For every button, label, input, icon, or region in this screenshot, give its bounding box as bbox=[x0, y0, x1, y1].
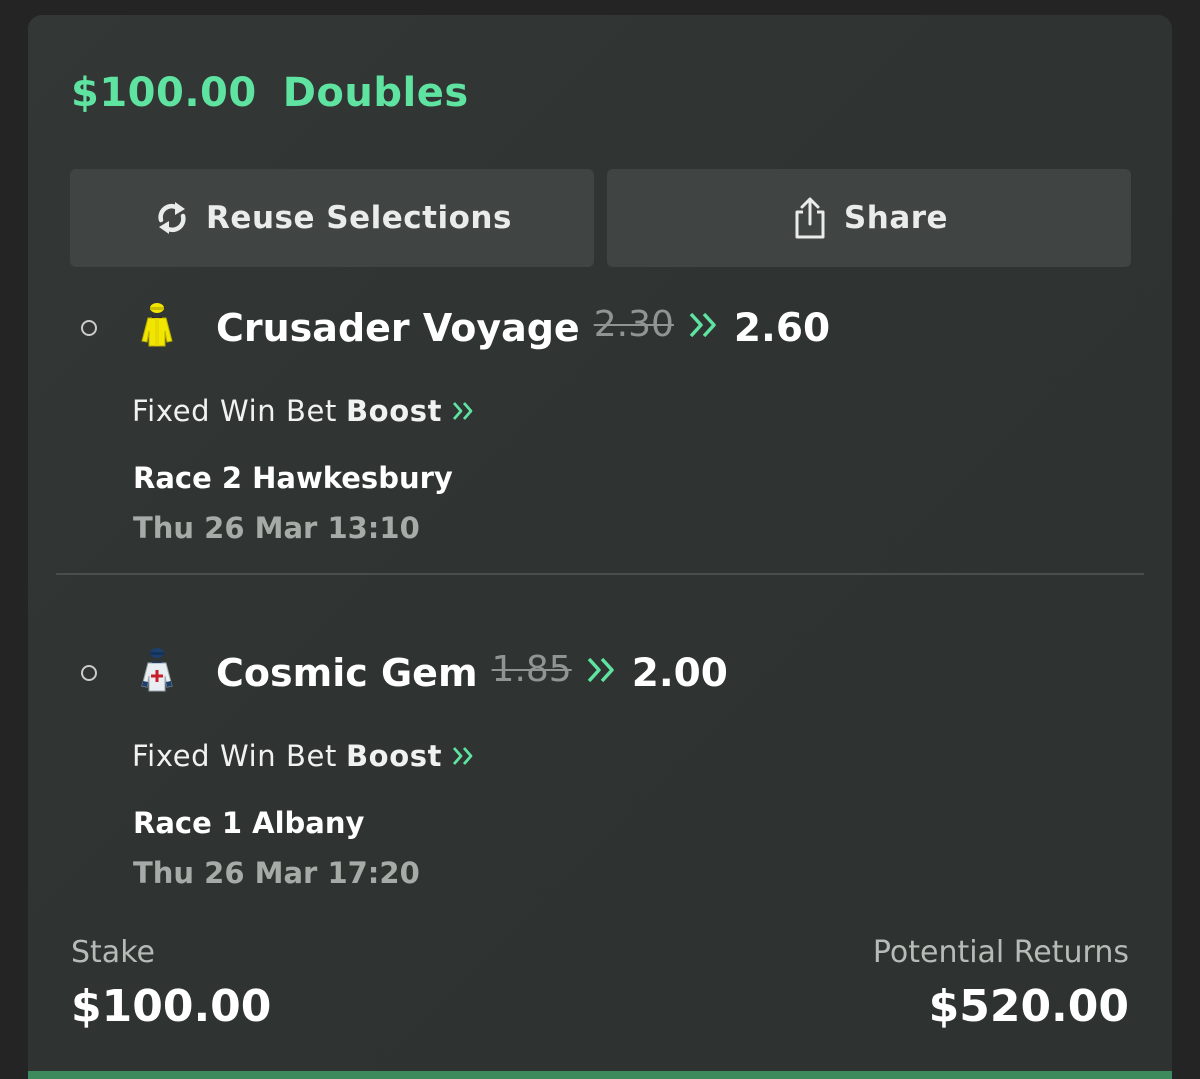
bet-card: $100.00 Doubles Reuse Selections Share C… bbox=[28, 15, 1172, 1079]
refresh-icon bbox=[152, 196, 192, 240]
selection-header: Cosmic Gem 1.85 2.00 bbox=[216, 648, 728, 698]
boosted-odds: 2.60 bbox=[733, 305, 831, 351]
selection-radio[interactable] bbox=[81, 665, 97, 681]
selection-divider bbox=[56, 573, 1144, 575]
old-odds: 2.30 bbox=[593, 303, 674, 345]
race-name: Race 1 Albany bbox=[133, 806, 365, 840]
selection-header: Crusader Voyage 2.30 2.60 bbox=[216, 303, 830, 353]
boost-label: Boost bbox=[345, 394, 443, 428]
double-chevron-right-icon bbox=[586, 656, 618, 684]
bet-type-text: Fixed Win Bet bbox=[132, 394, 337, 428]
bet-title: $100.00 Doubles bbox=[71, 70, 469, 116]
double-chevron-right-icon bbox=[452, 400, 476, 422]
runner-name: Crusader Voyage bbox=[216, 306, 580, 350]
race-time: Thu 26 Mar 17:20 bbox=[133, 856, 420, 890]
double-chevron-right-icon bbox=[452, 745, 476, 767]
boost-label: Boost bbox=[345, 739, 443, 773]
bet-type-label: Doubles bbox=[282, 70, 469, 116]
share-label: Share bbox=[843, 200, 949, 236]
bet-type-text: Fixed Win Bet bbox=[132, 739, 337, 773]
double-chevron-right-icon bbox=[688, 311, 720, 339]
bet-type-row: Fixed Win Bet Boost bbox=[132, 739, 476, 773]
old-odds: 1.85 bbox=[491, 648, 572, 690]
potential-returns-label: Potential Returns bbox=[872, 935, 1129, 970]
runner-name: Cosmic Gem bbox=[216, 651, 478, 695]
stake-label: Stake bbox=[71, 935, 155, 970]
jockey-silk-icon bbox=[136, 646, 178, 694]
bet-amount: $100.00 bbox=[71, 70, 257, 116]
race-name: Race 2 Hawkesbury bbox=[133, 461, 453, 495]
selection-radio[interactable] bbox=[81, 320, 97, 336]
share-button[interactable]: Share bbox=[607, 169, 1131, 267]
reuse-selections-label: Reuse Selections bbox=[206, 200, 512, 236]
bet-type-row: Fixed Win Bet Boost bbox=[132, 394, 476, 428]
share-icon bbox=[790, 196, 830, 240]
race-time: Thu 26 Mar 13:10 bbox=[133, 511, 420, 545]
potential-returns-value: $520.00 bbox=[928, 981, 1129, 1032]
boosted-odds: 2.00 bbox=[631, 650, 728, 696]
stake-value: $100.00 bbox=[71, 981, 272, 1032]
bottom-accent-bar bbox=[28, 1071, 1172, 1079]
jockey-silk-icon bbox=[136, 301, 178, 349]
reuse-selections-button[interactable]: Reuse Selections bbox=[70, 169, 594, 267]
